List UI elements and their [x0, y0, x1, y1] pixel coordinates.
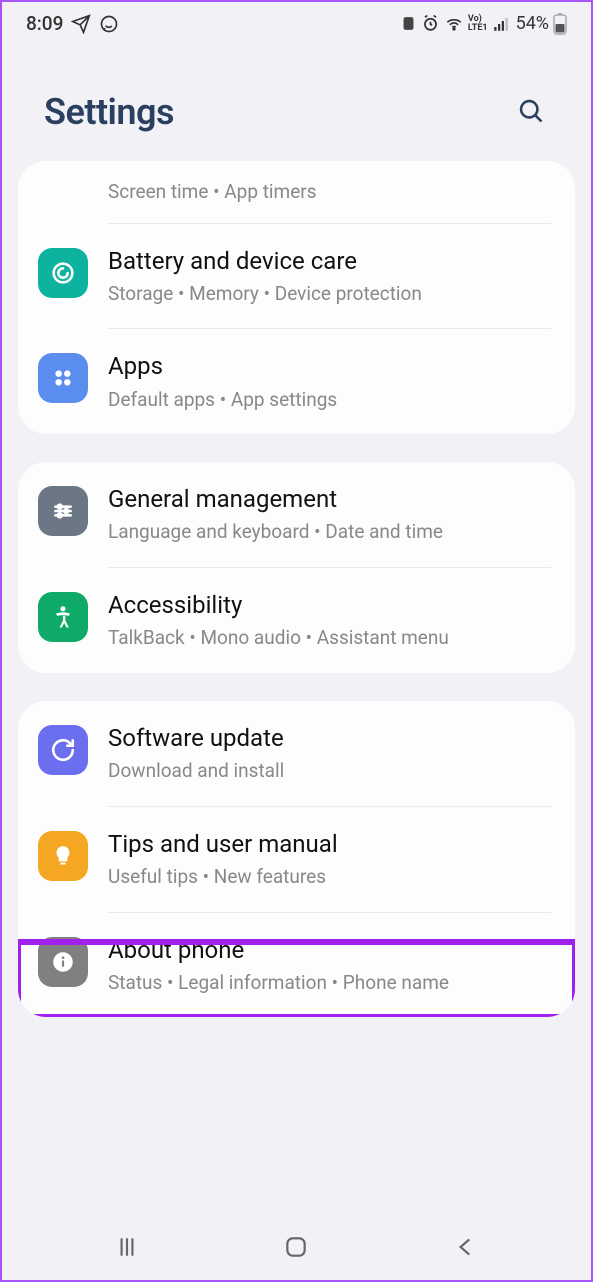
item-subtitle: Storage • Memory • Device protection — [108, 281, 551, 307]
status-left: 8:09 — [26, 12, 119, 35]
volte-icon: Vo)LTE1 — [468, 15, 488, 31]
item-subtitle: Status • Legal information • Phone name — [108, 970, 551, 996]
battery-percent: 54% — [516, 13, 549, 34]
settings-group-2: General management Language and keyboard… — [18, 462, 575, 673]
settings-group-1: Screen time • App timers Battery and dev… — [18, 161, 575, 434]
home-icon — [283, 1234, 309, 1260]
telegram-icon — [71, 14, 91, 34]
recents-button[interactable] — [94, 1224, 160, 1273]
item-title: Battery and device care — [108, 246, 551, 277]
item-title: Accessibility — [108, 590, 551, 621]
status-right: Vo)LTE1 54% — [400, 13, 567, 35]
item-subtitle: Screen time • App timers — [108, 179, 551, 205]
item-title: Software update — [108, 723, 551, 754]
alarm-icon — [421, 14, 440, 33]
home-button[interactable] — [263, 1224, 329, 1273]
settings-item-battery-device-care[interactable]: Battery and device care Storage • Memory… — [18, 224, 575, 329]
item-title: About phone — [108, 935, 551, 966]
battery-icon — [553, 13, 567, 35]
item-subtitle: Download and install — [108, 758, 551, 784]
whatsapp-icon — [99, 14, 119, 34]
back-button[interactable] — [433, 1224, 499, 1273]
item-title: General management — [108, 484, 551, 515]
item-subtitle: Language and keyboard • Date and time — [108, 519, 551, 545]
settings-item-software-update[interactable]: Software update Download and install — [18, 701, 575, 806]
item-title: Apps — [108, 351, 551, 382]
do-not-disturb-icon — [400, 15, 417, 32]
settings-item-about-phone[interactable]: About phone Status • Legal information •… — [18, 913, 575, 1018]
settings-item-apps[interactable]: Apps Default apps • App settings — [18, 329, 575, 434]
item-title: Tips and user manual — [108, 829, 551, 860]
apps-icon — [38, 353, 88, 403]
settings-item-accessibility[interactable]: Accessibility TalkBack • Mono audio • As… — [18, 568, 575, 673]
page-title: Settings — [44, 91, 174, 133]
status-time: 8:09 — [26, 12, 63, 35]
status-bar: 8:09 Vo)LTE1 54% — [2, 2, 591, 41]
item-subtitle: Useful tips • New features — [108, 864, 551, 890]
header: Settings — [2, 41, 591, 161]
signal-icon — [492, 15, 510, 33]
general-management-icon — [38, 486, 88, 536]
tips-icon — [38, 831, 88, 881]
search-button[interactable] — [513, 93, 549, 132]
item-subtitle: Default apps • App settings — [108, 387, 551, 413]
software-update-icon — [38, 725, 88, 775]
item-subtitle: TalkBack • Mono audio • Assistant menu — [108, 625, 551, 651]
navigation-bar — [2, 1216, 591, 1280]
recents-icon — [114, 1234, 140, 1260]
device-care-icon — [38, 248, 88, 298]
back-icon — [453, 1234, 479, 1260]
settings-group-3: Software update Download and install Tip… — [18, 701, 575, 1017]
about-phone-icon — [38, 937, 88, 987]
settings-item-screen-time[interactable]: Screen time • App timers — [18, 161, 575, 223]
wifi-icon — [444, 14, 464, 34]
search-icon — [517, 97, 545, 125]
accessibility-icon — [38, 592, 88, 642]
settings-item-general-management[interactable]: General management Language and keyboard… — [18, 462, 575, 567]
settings-item-tips-manual[interactable]: Tips and user manual Useful tips • New f… — [18, 807, 575, 912]
